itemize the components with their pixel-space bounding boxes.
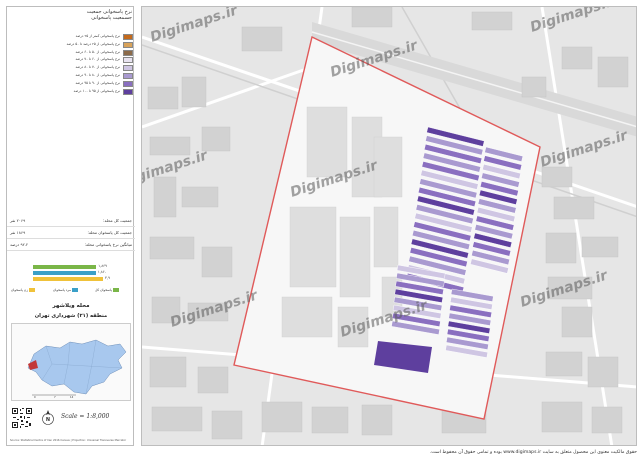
svg-text:0: 0 xyxy=(34,395,36,399)
bar-legend-item: مرد پاسخوان xyxy=(53,288,78,296)
legend-swatch xyxy=(123,49,133,56)
legend-item: نرخ پاسخوانی از ۶۰ تا ۷۰ درصد xyxy=(7,56,135,64)
stat-value: ۱۸۶۹ نفر xyxy=(10,230,26,235)
bar-legend-label: مرد پاسخوان xyxy=(53,288,71,292)
legend-title-line2: جسمعیت پاسخوانی xyxy=(91,15,132,21)
tehran-districts-shape xyxy=(27,339,127,395)
legend-swatch xyxy=(123,57,133,64)
svg-text:14: 14 xyxy=(70,395,74,399)
bar-legend-item: زن پاسخوان xyxy=(11,288,35,296)
legend-label: نرخ پاسخوانی از ۸۰ تا ۹۰ درصد xyxy=(75,72,120,77)
source-note: Source: Statistical Centre of Iran 2016 … xyxy=(10,439,127,442)
district-locator-map: 0 7 14 xyxy=(11,323,131,401)
legend-label: نرخ پاسخوانی از ۷۰ تا ۸۰ درصد xyxy=(75,65,120,70)
legend-item: نرخ پاسخوانی از ۲۵ درصد تا ۵۰ درصد xyxy=(7,41,135,49)
stats-table: جمعیت کل محله: ۲۰۶۹ نفر جمعیت کل پاسخوان م… xyxy=(7,215,135,251)
qr-code-icon xyxy=(11,407,33,429)
legend-item: نرخ پاسخوانی از ۵۰ تا ۶۰ درصد xyxy=(7,49,135,57)
legend-item: نرخ پاسخوانی از ۸۰ تا ۹۰ درصد xyxy=(7,72,135,80)
legend-swatch xyxy=(123,88,133,95)
population-bar-label: ۳,۹ xyxy=(105,276,110,280)
north-arrow-icon: N xyxy=(42,410,54,425)
bar-legend-label: زن پاسخوان xyxy=(11,288,28,292)
map-sheet: نرخ پاسخوانی جمعیت جسمعیت پاسخوانی نرخ پ… xyxy=(0,0,643,461)
legend-title: نرخ پاسخوانی جمعیت جسمعیت پاسخوانی xyxy=(7,7,135,23)
legend-item: نرخ پاسخوانی از ۷۰ تا ۸۰ درصد xyxy=(7,64,135,72)
bar-legend-label: پاسخوان کل xyxy=(95,288,112,292)
legend-swatch xyxy=(123,72,133,79)
copyright-notice: حقوق مالکیت معنوی این محصول متعلق به سای… xyxy=(429,450,637,455)
legend-swatch xyxy=(123,34,133,40)
stat-label: جمعیت کل محله: xyxy=(103,218,132,223)
map-svg: Digimaps.ir Digimaps.ir Digimaps.ir Digi… xyxy=(142,7,636,445)
population-bar xyxy=(33,271,96,275)
population-bar xyxy=(33,265,97,269)
stat-label: جمعیت کل پاسخوان محله: xyxy=(87,230,132,235)
legend-item: نرخ پاسخوانی کمتر از ۲۵ درصد xyxy=(7,33,135,41)
neighborhood-title: محله ویلاشهر xyxy=(52,303,90,309)
legend-list: نرخ پاسخوانی کمتر از ۲۵ درصد نرخ پاسخوانی… xyxy=(7,33,135,95)
legend-label: نرخ پاسخوانی از ۲۵ درصد تا ۵۰ درصد xyxy=(66,41,120,46)
scale-row: N Scale = 1:8,000 xyxy=(7,405,135,431)
stat-value: ۹۲.۲ درصد xyxy=(10,242,29,247)
scale-label: Scale = 1:8,000 xyxy=(61,413,110,420)
legend-item: نرخ پاسخوانی از ۹۵ تا ۱۰۰ درصد xyxy=(7,88,135,96)
population-bar-label: ۱,۸۶۰ xyxy=(97,270,107,274)
stat-row: جمعیت کل محله: ۲۰۶۹ نفر xyxy=(7,215,135,227)
stat-label: میانگین نرخ پاسخوانی محله: xyxy=(84,242,132,247)
stat-row: جمعیت کل پاسخوان محله: ۱۸۶۹ نفر xyxy=(7,227,135,239)
legend-label: نرخ پاسخوانی کمتر از ۲۵ درصد xyxy=(75,34,120,38)
bar-legend-swatch xyxy=(28,288,35,292)
map-canvas[interactable]: Digimaps.ir Digimaps.ir Digimaps.ir Digi… xyxy=(141,6,637,446)
legend-label: نرخ پاسخوانی از ۹۰ تا ۹۵ درصد xyxy=(75,80,120,85)
legend-swatch xyxy=(123,41,133,48)
legend-swatch xyxy=(123,80,133,87)
legend-swatch xyxy=(123,65,133,72)
bar-legend-swatch xyxy=(71,288,78,292)
population-bar-chart: ۱,۸۶۹ ۱,۸۶۰ ۳,۹ پاسخوان کل مرد پاسخوان زن پاس… xyxy=(7,261,135,301)
bar-legend-item: پاسخوان کل xyxy=(95,288,119,296)
population-bar-label: ۱,۸۶۹ xyxy=(98,264,107,268)
stat-value: ۲۰۶۹ نفر xyxy=(10,218,26,223)
population-bar xyxy=(33,277,103,281)
svg-text:7: 7 xyxy=(54,395,56,399)
stat-row: میانگین نرخ پاسخوانی محله: ۹۲.۲ درصد xyxy=(7,239,135,251)
legend-label: نرخ پاسخوانی از ۹۵ تا ۱۰۰ درصد xyxy=(73,88,120,93)
legend-label: نرخ پاسخوانی از ۵۰ تا ۶۰ درصد xyxy=(75,49,120,54)
legend-label: نرخ پاسخوانی از ۶۰ تا ۷۰ درصد xyxy=(75,57,120,62)
bar-legend-swatch xyxy=(112,288,119,292)
district-subtitle: منطقه (۲۱) شهرداری تهران xyxy=(34,313,108,319)
svg-text:N: N xyxy=(46,417,50,423)
legend-item: نرخ پاسخوانی از ۹۰ تا ۹۵ درصد xyxy=(7,80,135,88)
map-sidebar: نرخ پاسخوانی جمعیت جسمعیت پاسخوانی نرخ پ… xyxy=(6,6,135,446)
